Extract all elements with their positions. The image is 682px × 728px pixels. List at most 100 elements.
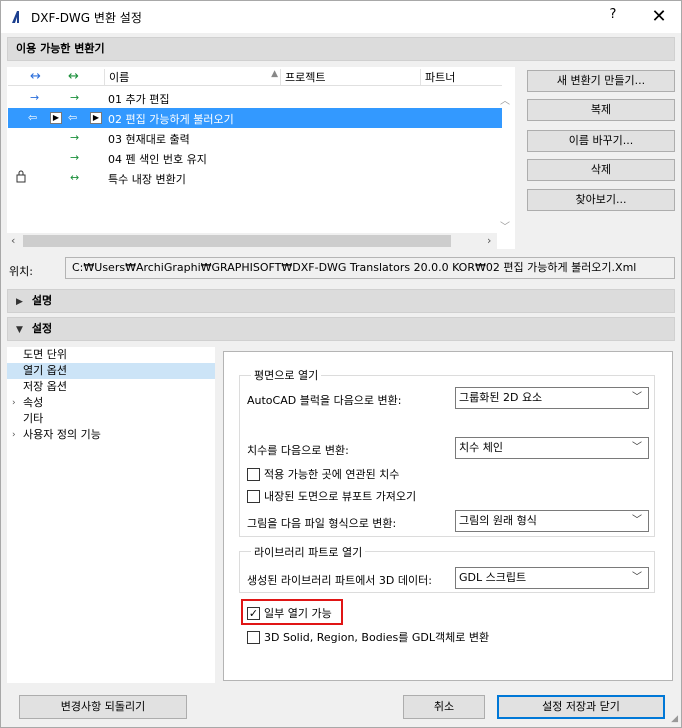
save-direction-icon: →	[70, 131, 80, 144]
chevron-down-icon: ﹀	[632, 392, 642, 403]
column-header-name[interactable]: 이름 ▲	[104, 69, 280, 85]
expand-triangle-icon: ▶	[16, 297, 23, 307]
revert-changes-button[interactable]: 변경사항 되돌리기	[19, 695, 187, 719]
collapse-triangle-icon: ▼	[16, 325, 23, 335]
tree-item-label: 속성	[23, 396, 44, 409]
translator-name: 03 현재대로 출력	[108, 133, 190, 146]
tree-item-label: 사용자 정의 기능	[23, 428, 101, 441]
checkbox-box[interactable]	[247, 630, 260, 644]
location-path-field: C:₩Users₩ArchiGraphi₩GRAPHISOFT₩DXF-DWG …	[65, 257, 675, 279]
image-format-value: 그림의 원래 형식	[459, 514, 537, 527]
description-section-header[interactable]: ▶ 설명	[7, 289, 675, 313]
checkbox-label: 내장된 도면으로 뷰포트 가져오기	[264, 490, 417, 503]
column-header-save[interactable]: ↔	[68, 69, 79, 85]
image-format-label: 그림을 다음 파일 형식으로 변환:	[247, 517, 397, 530]
settings-section-title: 설정	[31, 322, 53, 335]
dialog-window: DXF-DWG 변환 설정 ? ✕ 이용 가능한 변환기 ↔ ↔ 이름 ▲ 프로…	[0, 0, 682, 728]
duplicate-button[interactable]: 복제	[527, 99, 675, 121]
scroll-thumb[interactable]	[23, 235, 451, 247]
image-format-select[interactable]: 그림의 원래 형식 ﹀	[455, 510, 649, 532]
tree-item-label: 저장 옵션	[23, 380, 67, 393]
associative-dimension-checkbox[interactable]: 적용 가능한 곳에 연관된 치수	[247, 466, 399, 482]
chevron-down-icon: ﹀	[632, 515, 642, 526]
chevron-down-icon: ﹀	[632, 572, 642, 583]
cancel-button[interactable]: 취소	[403, 695, 485, 719]
translator-name: 04 펜 색인 번호 유지	[108, 153, 207, 166]
data-3d-label: 생성된 라이브러리 파트에서 3D 데이터:	[247, 574, 432, 587]
rename-button[interactable]: 이름 바꾸기...	[527, 130, 675, 152]
tree-item-drawing-unit[interactable]: 도면 단위	[7, 347, 215, 363]
checkbox-box[interactable]	[247, 467, 260, 481]
window-title: DXF-DWG 변환 설정	[31, 11, 142, 25]
translator-row-02[interactable]: ⇦ ▶ ⇦ ▶ 02 편집 가능하게 불러오기	[8, 108, 502, 128]
description-section-title: 설명	[31, 294, 53, 307]
chevron-right-icon[interactable]: ›	[12, 427, 16, 443]
browse-button[interactable]: 찾아보기...	[527, 189, 675, 211]
save-direction-icon: →	[70, 151, 80, 164]
checkbox-box[interactable]	[247, 489, 260, 503]
translator-name: 01 추가 편집	[108, 93, 170, 106]
plan-open-group-title: 평면으로 열기	[251, 367, 322, 383]
checkbox-label: 적용 가능한 곳에 연관된 치수	[264, 468, 400, 481]
title-bar: DXF-DWG 변환 설정 ? ✕	[1, 1, 681, 33]
tree-item-misc[interactable]: 기타	[7, 411, 215, 427]
translator-list-hscrollbar[interactable]: ‹ ›	[7, 233, 497, 250]
convert-solids-checkbox[interactable]: 3D Solid, Region, Bodies를 GDL객체로 변환	[247, 629, 489, 645]
translator-row-builtin[interactable]: ↔ 특수 내장 변환기	[8, 168, 502, 188]
translator-row-04[interactable]: → 04 펜 색인 번호 유지	[8, 148, 502, 168]
save-and-close-button[interactable]: 설정 저장과 닫기	[497, 695, 665, 719]
data-3d-select[interactable]: GDL 스크립트 ﹀	[455, 567, 649, 589]
column-name-label: 이름	[109, 71, 130, 84]
autocad-block-value: 그룹화된 2D 요소	[459, 391, 543, 404]
dimension-select[interactable]: 치수 체인 ﹀	[455, 437, 649, 459]
scroll-down-icon[interactable]: ﹀	[500, 218, 510, 233]
autocad-block-select[interactable]: 그룹화된 2D 요소 ﹀	[455, 387, 649, 409]
library-open-group-title: 라이브러리 파트로 열기	[251, 544, 366, 560]
translator-row-03[interactable]: → 03 현재대로 출력	[8, 128, 502, 148]
tree-item-attributes[interactable]: › 속성	[7, 395, 215, 411]
help-button[interactable]: ?	[601, 7, 625, 27]
data-3d-value: GDL 스크립트	[459, 571, 527, 584]
translator-name: 02 편집 가능하게 불러오기	[108, 113, 234, 126]
tree-item-label: 도면 단위	[23, 348, 67, 361]
scroll-left-icon[interactable]: ‹	[11, 234, 15, 247]
dimension-value: 치수 체인	[459, 441, 503, 454]
play-small-icon[interactable]: ▶	[50, 112, 62, 124]
chevron-right-icon[interactable]: ›	[12, 395, 16, 411]
autocad-block-label: AutoCAD 블럭을 다음으로 변환:	[247, 394, 402, 407]
tree-item-label: 기타	[23, 412, 44, 425]
translator-list-header: ↔ ↔ 이름 ▲ 프로젝트 파트너	[8, 68, 502, 86]
close-button[interactable]: ✕	[645, 5, 673, 29]
red-highlight-frame	[241, 599, 343, 625]
scroll-up-icon[interactable]: ︿	[500, 92, 510, 107]
translators-section-header: 이용 가능한 변환기	[7, 37, 675, 61]
tree-item-save-options[interactable]: 저장 옵션	[7, 379, 215, 395]
new-translator-button[interactable]: 새 변환기 만들기...	[527, 70, 675, 92]
translator-row-01[interactable]: → → 01 추가 편집	[8, 88, 502, 108]
tree-item-open-options[interactable]: 열기 옵션	[7, 363, 215, 379]
column-header-partner[interactable]: 파트너	[420, 69, 502, 85]
tree-item-label: 열기 옵션	[23, 364, 67, 377]
translator-name: 특수 내장 변환기	[108, 173, 186, 186]
archicad-logo-icon	[12, 11, 19, 23]
open-direction-icon: ⇦	[28, 111, 38, 124]
column-header-open[interactable]: ↔	[30, 69, 41, 85]
tree-item-custom-functions[interactable]: › 사용자 정의 기능	[7, 427, 215, 443]
checkbox-label: 3D Solid, Region, Bodies를 GDL객체로 변환	[264, 631, 490, 644]
lock-icon	[16, 170, 26, 186]
translator-list[interactable]: ↔ ↔ 이름 ▲ 프로젝트 파트너 → → 01 추가 편집 ⇦ ▶ ⇦ ▶ 0…	[7, 67, 515, 249]
delete-button[interactable]: 삭제	[527, 159, 675, 181]
resize-grip-icon[interactable]: ◢	[671, 714, 678, 724]
open-direction-icon: →	[30, 91, 40, 104]
scroll-right-icon[interactable]: ›	[487, 234, 491, 247]
import-viewports-checkbox[interactable]: 내장된 도면으로 뷰포트 가져오기	[247, 488, 416, 504]
save-direction-icon: →	[70, 91, 80, 104]
play-small-icon[interactable]: ▶	[90, 112, 102, 124]
settings-tree[interactable]: 도면 단위 열기 옵션 저장 옵션 › 속성 기타 › 사용자 정의 기능	[7, 347, 215, 683]
location-label: 위치:	[9, 265, 33, 278]
settings-section-header[interactable]: ▼ 설정	[7, 317, 675, 341]
save-direction-icon: ⇦	[68, 111, 78, 124]
sort-ascending-icon: ▲	[271, 69, 278, 79]
dimension-label: 치수를 다음으로 변환:	[247, 444, 349, 457]
column-header-project[interactable]: 프로젝트	[280, 69, 420, 85]
